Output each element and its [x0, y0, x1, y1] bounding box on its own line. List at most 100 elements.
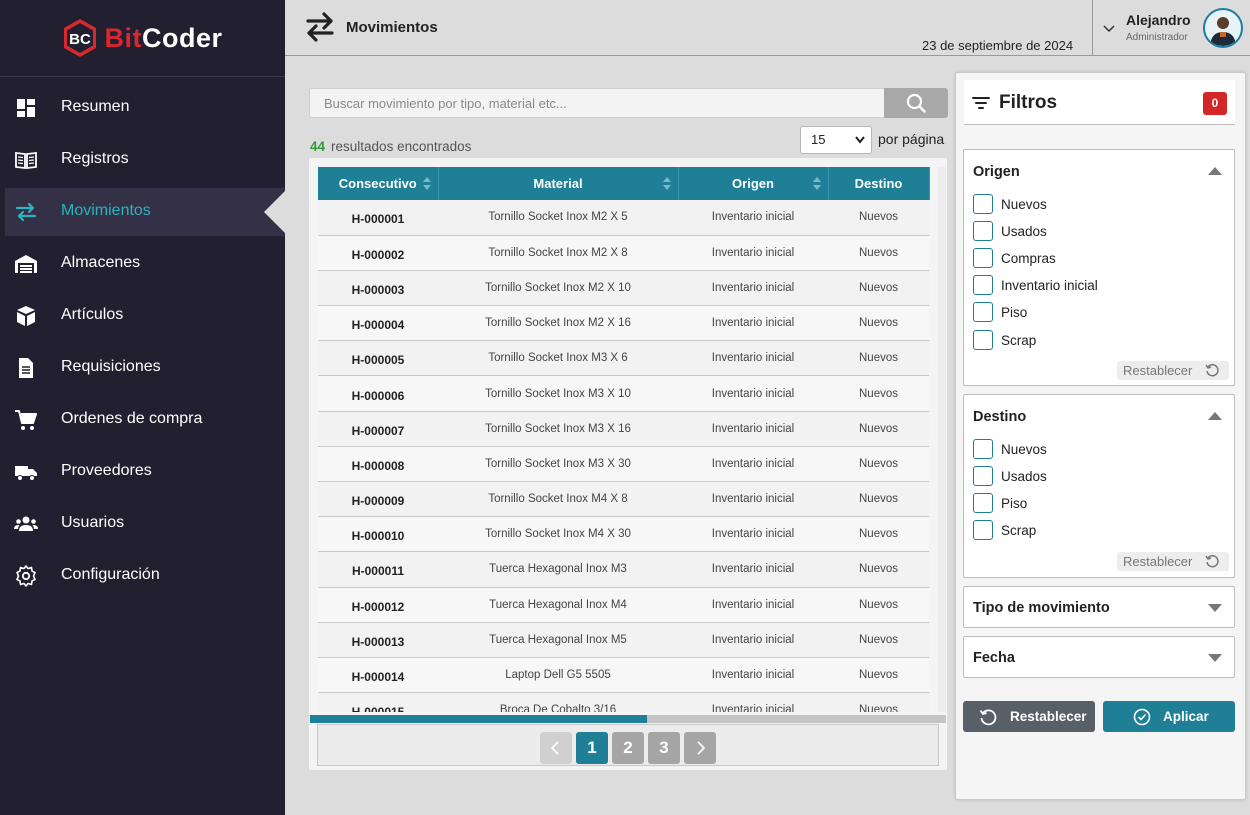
- next-page-button[interactable]: [684, 732, 716, 764]
- expand-tipo-toggle[interactable]: [1208, 604, 1222, 612]
- checkbox[interactable]: [973, 466, 993, 486]
- table-row[interactable]: H-000010 Tornillo Socket Inox M4 X 30 Inve…: [318, 516, 929, 553]
- reset-destino-button[interactable]: Restablecer: [1117, 552, 1229, 571]
- expand-fecha-toggle[interactable]: [1208, 654, 1222, 662]
- cell-origen: Inventario inicial: [678, 305, 828, 342]
- cell-destino: Nuevos: [828, 657, 929, 694]
- table-row[interactable]: H-000013 Tuerca Hexagonal Inox M5 Inventar…: [318, 622, 929, 658]
- table-row[interactable]: H-000012 Tuerca Hexagonal Inox M4 Inventar…: [318, 587, 929, 623]
- sidebar-item-almacenes[interactable]: Almacenes: [5, 240, 285, 288]
- column-header-consecutivo[interactable]: Consecutivo: [318, 167, 439, 200]
- sidebar-item-usuarios[interactable]: Usuarios: [5, 500, 285, 548]
- column-header-origen[interactable]: Origen: [678, 167, 829, 200]
- table-row[interactable]: H-000004 Tornillo Socket Inox M2 X 16 Inve…: [318, 305, 929, 342]
- logo[interactable]: BC BitCoder: [0, 0, 285, 77]
- avatar[interactable]: [1203, 8, 1243, 48]
- cell-origen: Inventario inicial: [678, 622, 828, 658]
- checkbox-label: Scrap: [1001, 522, 1037, 538]
- sidebar-item-movimientos[interactable]: Movimientos: [5, 188, 285, 236]
- sidebar-item-resumen[interactable]: Resumen: [5, 84, 285, 132]
- user-name: Alejandro: [1126, 12, 1191, 28]
- sidebar-item-articulos[interactable]: Artículos: [5, 292, 285, 340]
- checkbox-destino-nuevos[interactable]: Nuevos: [973, 439, 1047, 459]
- cell-destino: Nuevos: [828, 305, 929, 342]
- filter-tipo-movimiento[interactable]: Tipo de movimiento: [963, 586, 1235, 628]
- checkbox[interactable]: [973, 194, 993, 214]
- filters-title: Filtros: [999, 92, 1058, 113]
- checkbox[interactable]: [973, 493, 993, 513]
- per-page-label: por página: [878, 131, 945, 147]
- checkbox-origen-nuevos[interactable]: Nuevos: [973, 194, 1047, 214]
- collapse-origen-toggle[interactable]: [1208, 167, 1222, 175]
- table-row[interactable]: H-000009 Tornillo Socket Inox M4 X 8 Inven…: [318, 481, 929, 518]
- checkbox[interactable]: [973, 330, 993, 350]
- checkbox-label: Piso: [1001, 495, 1028, 511]
- checkbox-label: Usados: [1001, 223, 1047, 239]
- check-circle-icon: [1133, 708, 1151, 726]
- checkbox[interactable]: [973, 520, 993, 540]
- search-input[interactable]: [310, 89, 884, 117]
- checkbox-origen-scrap[interactable]: Scrap: [973, 330, 1036, 350]
- table-row[interactable]: H-000008 Tornillo Socket Inox M3 X 30 Inve…: [318, 446, 929, 483]
- table-row[interactable]: H-000014 Laptop Dell G5 5505 Inventario in…: [318, 657, 929, 694]
- results-summary: 44 resultados encontrados: [310, 139, 471, 154]
- sidebar-item-configuracion[interactable]: Configuración: [5, 552, 285, 600]
- prev-page-button[interactable]: [540, 732, 572, 764]
- table-scroll-area[interactable]: Consecutivo Material Origen Destino H-00…: [318, 167, 946, 712]
- checkbox[interactable]: [973, 302, 993, 322]
- checkbox-destino-scrap[interactable]: Scrap: [973, 520, 1036, 540]
- checkbox-origen-inventario-inicial[interactable]: Inventario inicial: [973, 275, 1098, 295]
- box-icon: [17, 306, 35, 326]
- checkbox-origen-piso[interactable]: Piso: [973, 302, 1027, 322]
- column-header-material[interactable]: Material: [438, 167, 679, 200]
- checkbox[interactable]: [973, 248, 993, 268]
- cell-material: Broca De Cobalto 3/16: [438, 692, 678, 712]
- table-row[interactable]: H-000006 Tornillo Socket Inox M3 X 10 Inve…: [318, 375, 929, 412]
- reset-filters-button[interactable]: Restablecer: [963, 701, 1095, 732]
- filter-fecha[interactable]: Fecha: [963, 636, 1235, 678]
- sidebar-item-proveedores[interactable]: Proveedores: [5, 448, 285, 496]
- current-date: 23 de septiembre de 2024: [922, 38, 1074, 53]
- cell-origen: Inventario inicial: [678, 692, 828, 712]
- table-row[interactable]: H-000011 Tuerca Hexagonal Inox M3 Inventar…: [318, 551, 929, 588]
- checkbox[interactable]: [973, 275, 993, 295]
- table-row[interactable]: H-000001 Tornillo Socket Inox M2 X 5 Inven…: [318, 200, 929, 236]
- table-row[interactable]: H-000015Broca De Cobalto 3/16Inventario …: [318, 692, 929, 712]
- checkbox[interactable]: [973, 221, 993, 241]
- page-button-2[interactable]: 2: [612, 732, 644, 764]
- user-role: Administrador: [1126, 32, 1188, 43]
- cell-origen: Inventario inicial: [678, 270, 828, 307]
- cell-material: Tuerca Hexagonal Inox M5: [438, 622, 678, 658]
- cell-destino: Nuevos: [828, 411, 929, 447]
- horizontal-scrollbar-thumb[interactable]: [310, 715, 648, 723]
- column-header-destino[interactable]: Destino: [828, 167, 930, 200]
- per-page-select[interactable]: 15: [800, 126, 872, 154]
- sidebar-item-ordenes-de-compra[interactable]: Ordenes de compra: [5, 396, 285, 444]
- reset-origen-button[interactable]: Restablecer: [1117, 361, 1229, 380]
- search-button[interactable]: [884, 88, 948, 118]
- sidebar-item-label: Registros: [61, 150, 129, 167]
- table-row[interactable]: H-000003 Tornillo Socket Inox M2 X 10 Inve…: [318, 270, 929, 307]
- checkbox-origen-compras[interactable]: Compras: [973, 248, 1056, 268]
- sidebar-item-label: Ordenes de compra: [61, 410, 203, 427]
- page-button-1[interactable]: 1: [576, 732, 608, 764]
- page-button-3[interactable]: 3: [648, 732, 680, 764]
- table-row[interactable]: H-000007 Tornillo Socket Inox M3 X 16 Inve…: [318, 411, 929, 447]
- vertical-scrollbar[interactable]: [938, 167, 946, 712]
- checkbox-destino-piso[interactable]: Piso: [973, 493, 1027, 513]
- table-row[interactable]: H-000005 Tornillo Socket Inox M3 X 6 Inven…: [318, 340, 929, 377]
- collapse-destino-toggle[interactable]: [1208, 412, 1222, 420]
- cell-consecutivo: H-000009: [318, 481, 438, 518]
- cell-material: Tornillo Socket Inox M4 X 30: [438, 516, 678, 553]
- table-row[interactable]: H-000002 Tornillo Socket Inox M2 X 8 Inven…: [318, 235, 929, 271]
- cell-destino: Nuevos: [828, 270, 929, 307]
- checkbox-destino-usados[interactable]: Usados: [973, 466, 1047, 486]
- sidebar-item-registros[interactable]: Registros: [5, 136, 285, 184]
- user-menu[interactable]: Alejandro Administrador: [1092, 0, 1250, 56]
- checkbox[interactable]: [973, 439, 993, 459]
- horizontal-scrollbar[interactable]: [310, 715, 946, 723]
- checkbox-origen-usados[interactable]: Usados: [973, 221, 1047, 241]
- apply-filters-button[interactable]: Aplicar: [1103, 701, 1235, 732]
- sidebar-item-requisiciones[interactable]: Requisiciones: [5, 344, 285, 392]
- chevron-down-icon[interactable]: [1103, 22, 1115, 34]
